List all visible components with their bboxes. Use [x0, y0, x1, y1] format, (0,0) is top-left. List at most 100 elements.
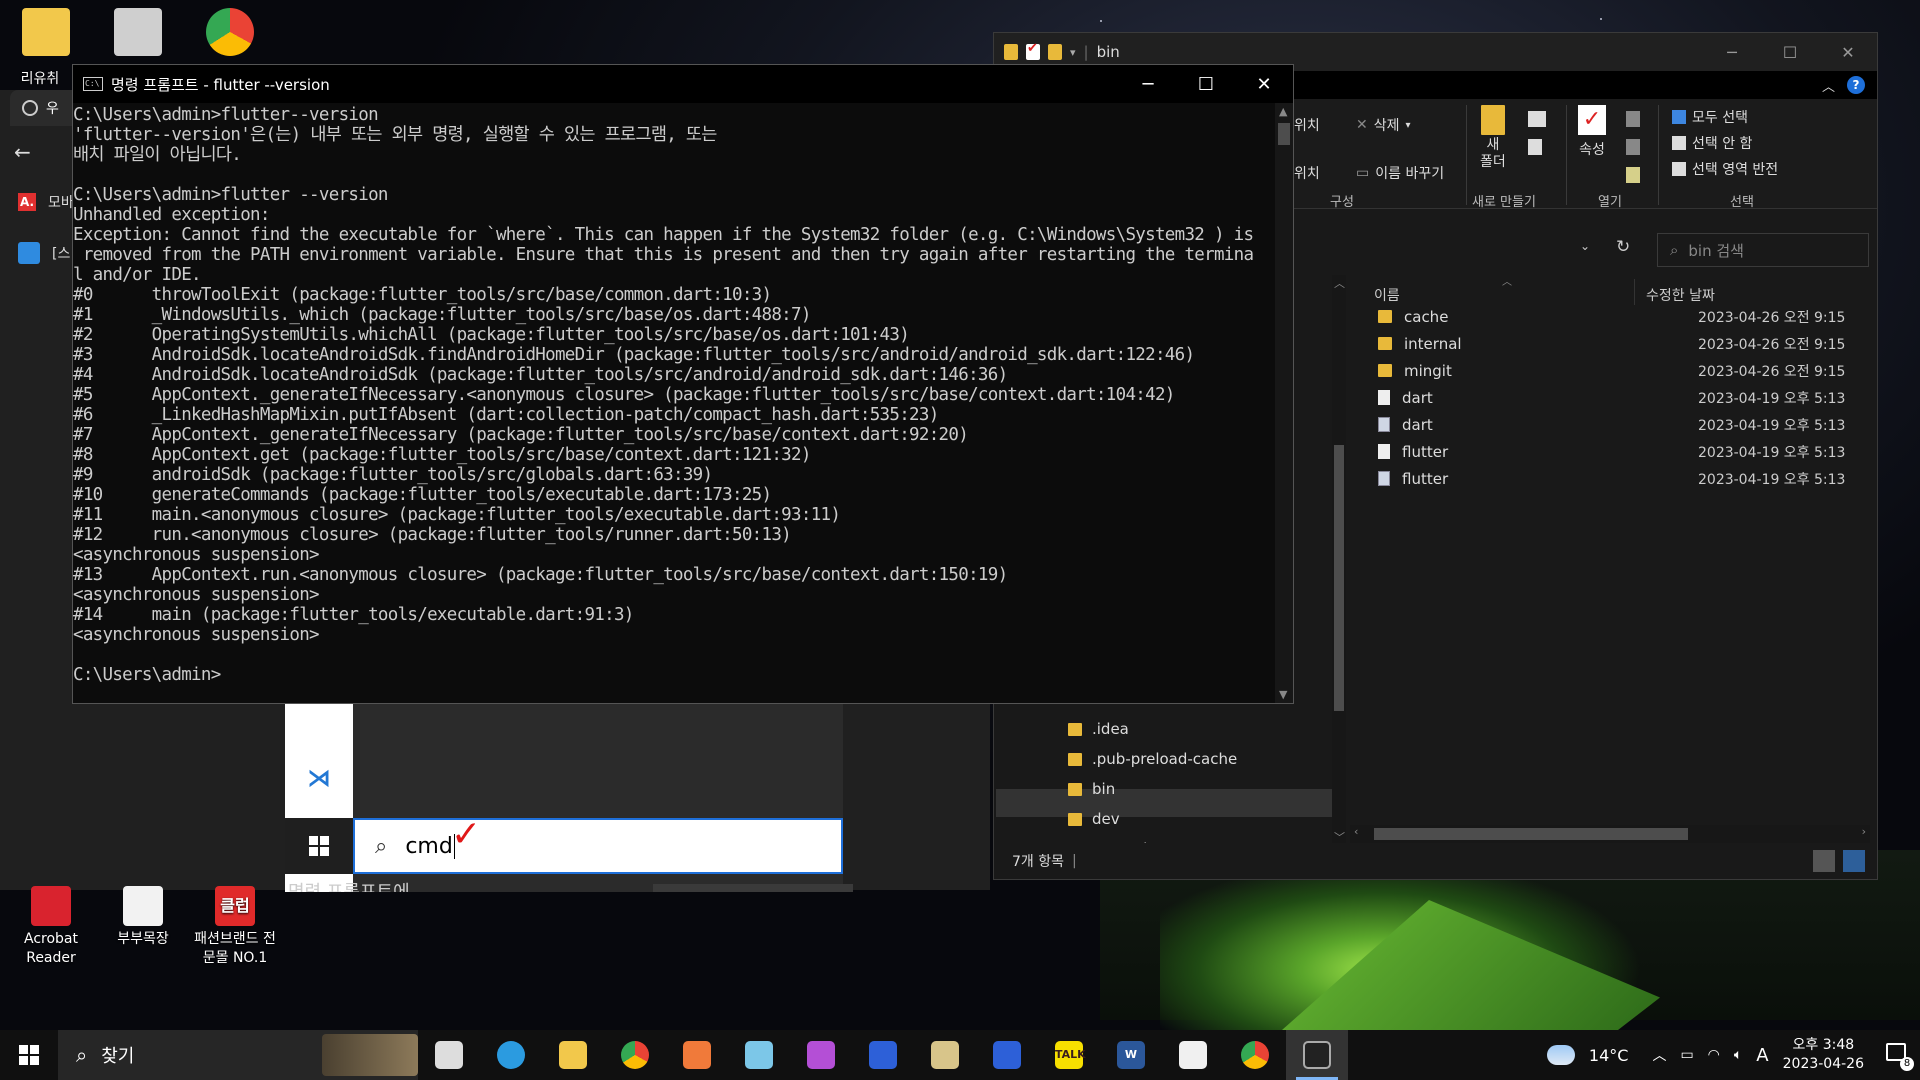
maximize-button[interactable]: ☐ [1177, 74, 1235, 95]
maximize-button[interactable]: ☐ [1761, 43, 1819, 62]
large-icons-view-icon[interactable] [1843, 850, 1865, 872]
weather-cloud-icon[interactable] [1546, 1045, 1575, 1065]
taskbar-app-linux-app[interactable] [1162, 1030, 1224, 1080]
move-to-button[interactable]: 위치 [1294, 115, 1320, 135]
new-folder-quick-icon[interactable] [1048, 44, 1062, 60]
file-icon [1378, 444, 1390, 459]
taskbar-app-zoom-meeting[interactable] [852, 1030, 914, 1080]
properties-quick-icon[interactable] [1026, 41, 1040, 60]
refresh-icon[interactable]: ↻ [1616, 237, 1630, 257]
search-hint-text: 명령 프롬프트에 [288, 880, 843, 892]
terminal-tool-icon [931, 1041, 959, 1069]
minimize-button[interactable]: ─ [1703, 43, 1761, 62]
back-arrow-icon[interactable]: ← [14, 140, 31, 164]
ime-indicator[interactable]: A [1756, 1045, 1768, 1066]
cmd-output-line: #0 throwToolExit (package:flutter_tools/… [73, 285, 772, 305]
taskbar-search-box[interactable]: ⌕ 찾기 [58, 1030, 418, 1080]
taskbar-app-upload-app[interactable] [976, 1030, 1038, 1080]
horizontal-scrollbar[interactable]: ‹ › [1350, 825, 1870, 843]
taskbar-search-label: 찾기 [101, 1046, 135, 1067]
column-header-name[interactable]: 이름 [1374, 285, 1400, 305]
file-row[interactable]: flutter 2023-04-19 오후 5:13 [1378, 438, 1845, 465]
chevron-up-icon[interactable]: ︿ [1822, 76, 1835, 95]
start-windows-button[interactable] [285, 818, 353, 874]
start-search-input[interactable]: ⌕ cmd ✓ [353, 814, 843, 874]
cmd-output-line: #5 AppContext._generateIfNecessary.<anon… [73, 385, 1175, 405]
desktop-shortcut[interactable]: 클럽 패션브랜드 전문몰 NO.1 [190, 886, 280, 968]
taskbar-app-file-explorer[interactable] [542, 1030, 604, 1080]
taskbar-app-media-app[interactable] [790, 1030, 852, 1080]
file-row[interactable]: cache 2023-04-26 오전 9:15 [1378, 303, 1845, 330]
start-button[interactable] [0, 1030, 58, 1080]
folder-icon [22, 8, 70, 56]
details-view-icon[interactable] [1813, 850, 1835, 872]
desktop-shortcut[interactable]: Acrobat Reader [6, 886, 96, 968]
cmd-output[interactable]: C:\Users\admin>flutter--version'flutter-… [73, 103, 1277, 703]
tree-item[interactable]: .pub-preload-cache [1068, 745, 1237, 773]
help-icon[interactable]: ? [1847, 76, 1865, 94]
edit-icon[interactable] [1626, 139, 1640, 155]
chevron-up-icon[interactable]: ︿ [1652, 1045, 1666, 1065]
desktop-shortcut[interactable] [14, 8, 78, 60]
cmd-scrollbar[interactable]: ▲ ▼ [1275, 103, 1293, 703]
chevron-down-icon[interactable]: ▾ [1070, 46, 1076, 59]
wifi-icon[interactable]: ◠ [1708, 1047, 1720, 1063]
sidebar-item-label[interactable]: [스 [52, 243, 70, 263]
taskbar-app-chrome-profile[interactable] [1224, 1030, 1286, 1080]
cmd-output-line: <asynchronous suspension> [73, 625, 320, 645]
open-icon[interactable] [1626, 111, 1640, 127]
invert-selection-button[interactable]: 선택 영역 반전 [1672, 159, 1778, 179]
taskbar-app-recorder[interactable] [666, 1030, 728, 1080]
taskbar-app-task-view[interactable] [418, 1030, 480, 1080]
weather-temperature[interactable]: 14°C [1589, 1046, 1629, 1065]
taskbar-app-notepad[interactable] [728, 1030, 790, 1080]
battery-icon[interactable]: ▭ [1680, 1047, 1693, 1063]
easy-access-icon[interactable] [1528, 139, 1542, 155]
select-none-button[interactable]: 선택 안 함 [1672, 133, 1752, 153]
navigation-scrollbar[interactable]: ︿ ﹀ [1332, 275, 1346, 845]
properties-button[interactable]: ✓ 속성 [1578, 105, 1606, 159]
tree-item-label: bin [1092, 780, 1116, 798]
history-icon[interactable] [1626, 167, 1640, 183]
volume-icon[interactable]: 🔈︎ [1734, 1047, 1742, 1063]
file-row[interactable]: flutter 2023-04-19 오후 5:13 [1378, 465, 1845, 492]
rename-button[interactable]: ▭ 이름 바꾸기 [1356, 163, 1444, 183]
new-folder-button[interactable]: 새 폴더 [1480, 105, 1506, 171]
minimize-button[interactable]: ─ [1119, 74, 1177, 95]
close-button[interactable]: ✕ [1819, 43, 1877, 62]
acrobat-icon [31, 886, 71, 926]
explorer-title: bin [1096, 43, 1120, 61]
vscode-icon[interactable]: ⋊ [305, 764, 333, 792]
taskbar-app-chrome[interactable] [604, 1030, 666, 1080]
search-input[interactable]: ⌕ bin 검색 [1657, 233, 1869, 267]
file-icon [1378, 390, 1390, 405]
column-header-date[interactable]: 수정한 날짜 [1646, 285, 1715, 305]
desktop-shortcut[interactable] [198, 8, 262, 60]
taskbar-app-command-prompt[interactable] [1286, 1030, 1348, 1080]
desktop-shortcut[interactable]: 부부목장 [98, 886, 188, 949]
tree-item[interactable]: .idea [1068, 715, 1129, 743]
delete-button[interactable]: ✕ 삭제 ▾ [1356, 115, 1411, 135]
tree-item[interactable]: dev [1068, 805, 1120, 833]
taskbar-app-edge[interactable] [480, 1030, 542, 1080]
close-button[interactable]: ✕ [1235, 74, 1293, 95]
taskbar-app-word[interactable]: W [1100, 1030, 1162, 1080]
taskbar-app-terminal-tool[interactable] [914, 1030, 976, 1080]
chevron-down-icon[interactable]: ⌄ [1580, 239, 1590, 253]
desktop-shortcut[interactable] [106, 8, 170, 60]
new-item-icon[interactable] [1528, 111, 1546, 127]
sidebar-item-label[interactable]: 모바 [48, 192, 74, 212]
file-row[interactable]: internal 2023-04-26 오전 9:15 [1378, 330, 1845, 357]
taskbar-app-kakaotalk[interactable]: TALK [1038, 1030, 1100, 1080]
select-all-button[interactable]: 모두 선택 [1672, 107, 1748, 127]
notification-center-button[interactable]: 8 [1886, 1043, 1914, 1071]
search-icon: ⌕ [375, 833, 388, 859]
file-row[interactable]: dart 2023-04-19 오후 5:13 [1378, 411, 1845, 438]
clock[interactable]: 오후 3:48 2023-04-26 [1783, 1036, 1864, 1074]
cmd-output-line: #11 main.<anonymous closure> (package:fl… [73, 505, 841, 525]
file-row[interactable]: mingit 2023-04-26 오전 9:15 [1378, 357, 1845, 384]
select-all-icon [1672, 110, 1686, 124]
tree-item[interactable]: bin [1068, 775, 1115, 803]
file-row[interactable]: dart 2023-04-19 오후 5:13 [1378, 384, 1845, 411]
copy-to-button[interactable]: 위치 [1294, 163, 1320, 183]
